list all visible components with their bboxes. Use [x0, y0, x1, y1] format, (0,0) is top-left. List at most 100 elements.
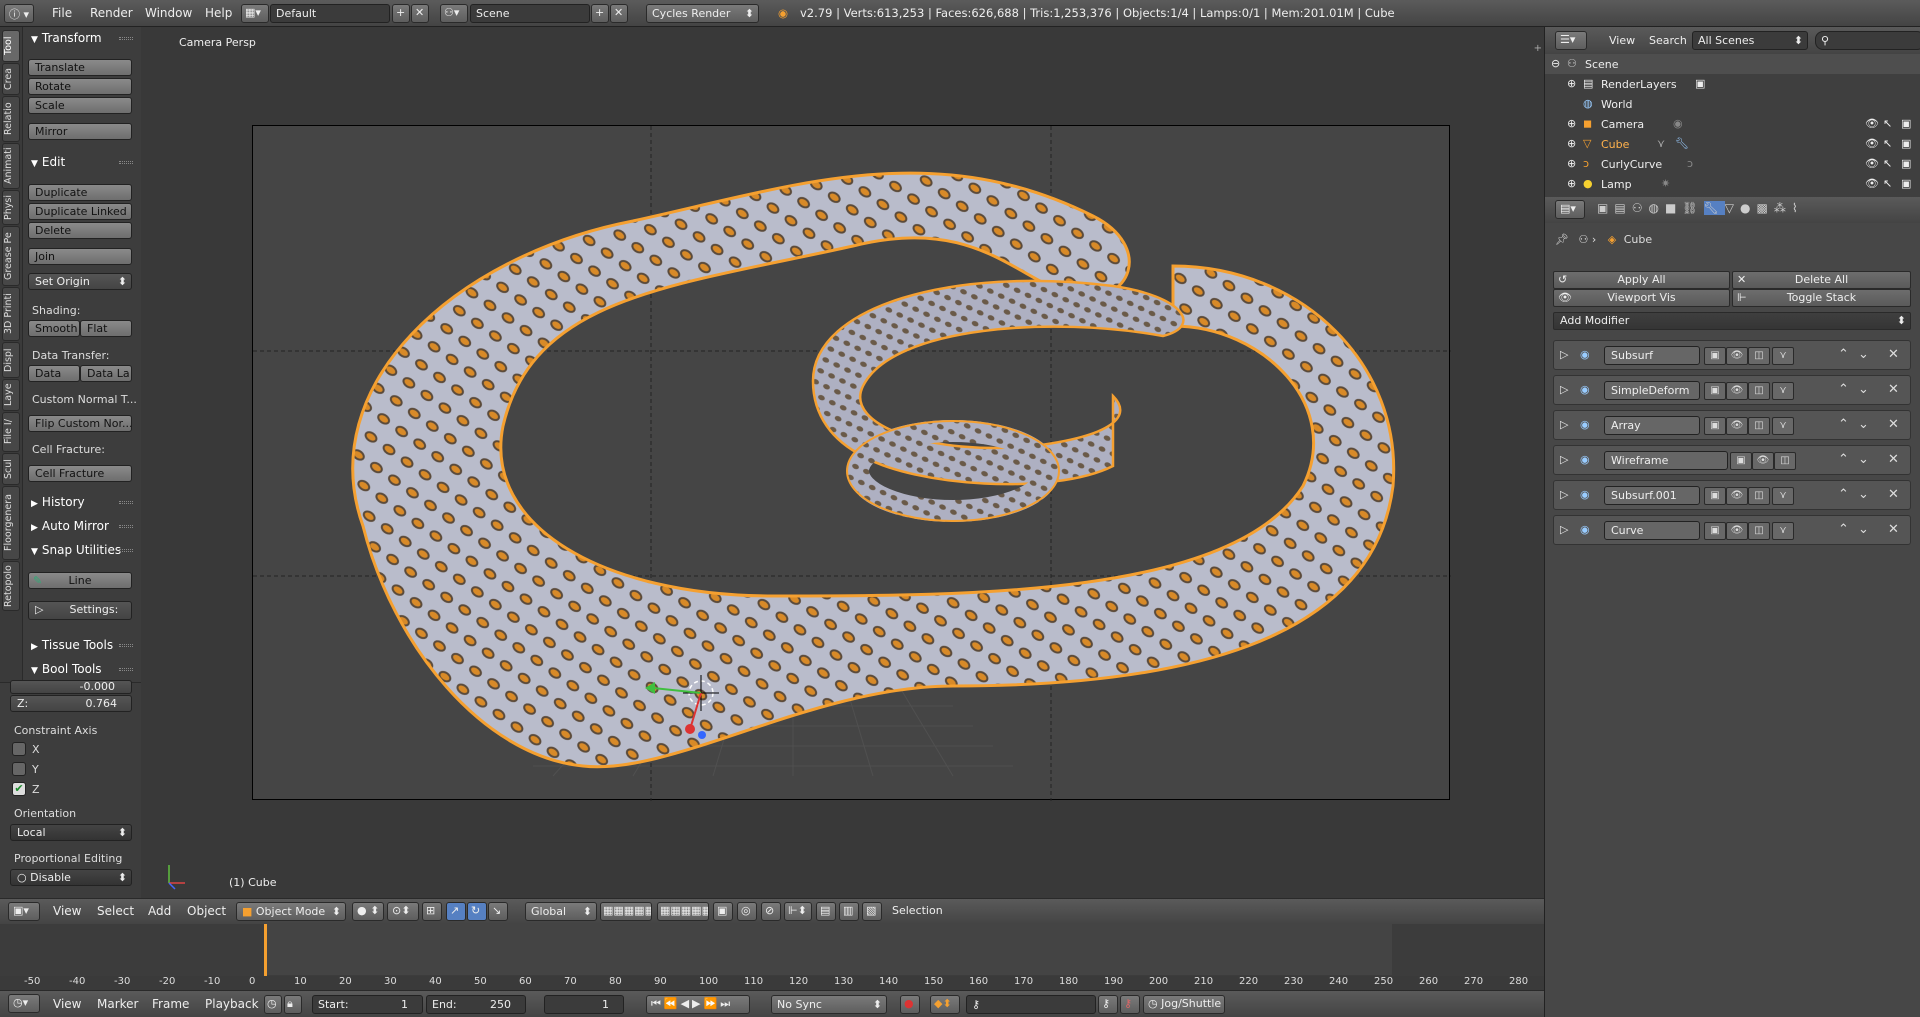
mirror-button[interactable]: Mirror [28, 123, 132, 140]
render-engine-select[interactable]: Cycles Render ⬍ [646, 4, 759, 23]
edit-panel-header[interactable]: ▼ Edit [27, 153, 139, 172]
menu-select[interactable]: Select [97, 904, 134, 918]
snap-settings-toggle[interactable]: ▷ Settings: [28, 601, 132, 620]
pin-icon[interactable]: 📌︎ [1555, 233, 1569, 246]
scale-manipulator[interactable]: ↘ [488, 902, 508, 921]
expand-icon[interactable]: ⊕ [1567, 177, 1576, 190]
frame-ruler[interactable]: -50 -40 -30 -20 -10 0 10 20 30 40 50 60 70 80 90 100 110… [0, 976, 1544, 990]
screen-layout-field[interactable]: Default [270, 4, 390, 23]
render-toggle-icon[interactable]: ▣ [1730, 452, 1752, 470]
current-frame-indicator[interactable] [264, 924, 267, 976]
translate-button[interactable]: Translate [28, 59, 132, 76]
viewport-toggle-icon[interactable]: 👁︎ [1752, 452, 1774, 470]
physics-tab-icon[interactable]: ⌇ [1792, 201, 1804, 215]
viewport-toggle-icon[interactable]: 👁︎ [1726, 487, 1748, 505]
viewport-toggle-icon[interactable]: 👁︎ [1726, 347, 1748, 365]
modifier-name-field[interactable]: Curve [1604, 521, 1700, 540]
move-up-icon[interactable]: ⌃ [1838, 487, 1849, 502]
render-camera-icon[interactable]: ▣ [1901, 177, 1911, 190]
insert-keyframe-button[interactable]: ⚷ [1098, 995, 1118, 1014]
jog-shuttle-button[interactable]: ◷ Jog/Shuttle [1143, 995, 1225, 1014]
viewport-toggle-icon[interactable]: 👁︎ [1726, 417, 1748, 435]
move-down-icon[interactable]: ⌄ [1858, 452, 1869, 467]
visibility-eye-icon[interactable]: 👁︎ [1865, 137, 1879, 150]
move-up-icon[interactable]: ⌃ [1838, 452, 1849, 467]
keying-set-select[interactable]: ◆⬍ [930, 995, 960, 1014]
snap-utilities-panel-header[interactable]: ▼ Snap Utilities [27, 541, 139, 560]
outliner-row-renderlayers[interactable]: ⊕ ▤ RenderLayers ▣ [1545, 74, 1920, 94]
tab-display[interactable]: Displ [2, 342, 20, 378]
editmode-toggle-icon[interactable]: ◫ [1748, 487, 1770, 505]
viewport-vis-button[interactable]: 👁︎ Viewport Vis [1553, 289, 1730, 307]
tab-sculpt[interactable]: Scul [2, 453, 20, 485]
modifier-name-field[interactable]: Subsurf [1604, 346, 1700, 365]
opengl-anim-button-2[interactable]: ▧ [862, 902, 882, 921]
x-axis-checkbox[interactable] [12, 742, 26, 756]
drag-grip-icon[interactable] [119, 37, 133, 40]
viewport-toggle-icon[interactable]: 👁︎ [1726, 382, 1748, 400]
rotate-button[interactable]: Rotate [28, 78, 132, 95]
tab-layers[interactable]: Laye [2, 379, 20, 411]
constraints-tab-icon[interactable]: ⛓ [1682, 201, 1703, 215]
expand-arrow-icon[interactable]: ▷ [1560, 523, 1568, 536]
modifier-panel[interactable]: ▷ ◉ Subsurf.001 ▣ 👁︎ ◫ ⋎ ⌃ ⌄ ✕ [1553, 480, 1911, 510]
add-modifier-select[interactable]: Add Modifier ⬍ [1553, 312, 1911, 330]
menu-file[interactable]: File [52, 6, 72, 20]
visibility-eye-icon[interactable]: 👁︎ [1865, 117, 1879, 130]
delete-all-button[interactable]: ✕ Delete All [1732, 271, 1911, 289]
playback-controls[interactable]: ⏮⏪◀▶⏩⏭ [646, 995, 750, 1014]
flip-custom-normals-button[interactable]: Flip Custom Nor... [28, 415, 132, 432]
tab-file-io[interactable]: File I/ [2, 412, 20, 452]
expand-arrow-icon[interactable]: ▷ [1560, 383, 1568, 396]
modifier-name-field[interactable]: Wireframe [1604, 451, 1728, 470]
snap-element-select[interactable]: ⊩⬍ [784, 902, 812, 921]
outliner-row-curlycurve[interactable]: ⊕ ↄ CurlyCurve ↄ 👁︎ ↖ ▣ [1545, 154, 1920, 174]
render-toggle-icon[interactable]: ▣ [1704, 382, 1726, 400]
expand-arrow-icon[interactable]: ▷ [1560, 488, 1568, 501]
scale-button[interactable]: Scale [28, 97, 132, 114]
editor-type-button[interactable]: ▣▾ [8, 902, 40, 921]
viewport-shading-select[interactable]: ● ⬍ [352, 902, 384, 921]
expand-icon[interactable]: ⊕ [1567, 117, 1576, 130]
end-frame-field[interactable]: End: 250 [426, 995, 526, 1014]
select-arrow-icon[interactable]: ↖ [1883, 137, 1892, 150]
render-camera-icon[interactable]: ▣ [1901, 157, 1911, 170]
outliner-row-camera[interactable]: ⊕ ◼ Camera ◉ 👁︎ ↖ ▣ [1545, 114, 1920, 134]
tissue-tools-panel-header[interactable]: ▶ Tissue Tools [27, 636, 139, 655]
menu-add[interactable]: Add [148, 904, 171, 918]
cage-toggle-icon[interactable]: ⋎ [1772, 347, 1794, 365]
modifiers-tab-icon[interactable]: 🔧︎ [1703, 201, 1725, 215]
scene-field[interactable]: Scene [470, 4, 590, 23]
rotate-manipulator[interactable]: ↻ [467, 902, 487, 921]
active-keying-set-field[interactable]: ⚷ [966, 995, 1096, 1014]
drag-grip-icon[interactable] [119, 525, 133, 528]
modifier-name-field[interactable]: Array [1604, 416, 1700, 435]
snap-line-button[interactable]: ✎ Line [28, 572, 132, 589]
render-tab-icon[interactable]: ▣ [1597, 201, 1614, 215]
modifier-name-field[interactable]: SimpleDeform [1604, 381, 1700, 400]
drag-grip-icon[interactable] [119, 161, 133, 164]
outliner-row-cube[interactable]: ⊕ ▽ Cube ⋎ 🔧︎ 👁︎ ↖ ▣ [1545, 134, 1920, 154]
cell-fracture-button[interactable]: Cell Fracture [28, 465, 132, 482]
scene-icon[interactable]: ⚇▾ [440, 4, 468, 23]
outliner-row-world[interactable]: ◍ World [1545, 94, 1920, 114]
drag-grip-icon[interactable] [119, 501, 133, 504]
apply-all-button[interactable]: ↺ Apply All [1553, 271, 1730, 289]
close-icon[interactable]: ✕ [1888, 382, 1899, 397]
expand-icon[interactable]: ⊕ [1567, 77, 1576, 90]
tab-tool[interactable]: Tool [2, 30, 20, 62]
render-toggle-icon[interactable]: ▣ [1704, 417, 1726, 435]
remove-layout-button[interactable]: ✕ [411, 4, 429, 23]
move-up-icon[interactable]: ⌃ [1838, 382, 1849, 397]
menu-view[interactable]: View [1609, 34, 1635, 47]
layers-grid-1[interactable]: ▦▦▦▦▦ [600, 902, 652, 921]
lock-range-toggle[interactable]: 🔒︎ [284, 995, 302, 1014]
timeline-area[interactable]: -50 -40 -30 -20 -10 0 10 20 30 40 50 60 70 80 90 100 110… [0, 924, 1544, 990]
close-icon[interactable]: ✕ [1888, 487, 1899, 502]
tab-retopology[interactable]: Retopolo [2, 561, 20, 611]
move-down-icon[interactable]: ⌄ [1858, 347, 1869, 362]
lock-layers-button[interactable]: ▣ [713, 902, 733, 921]
render-toggle-icon[interactable]: ▣ [1704, 522, 1726, 540]
menu-marker[interactable]: Marker [97, 997, 138, 1011]
editor-type-button[interactable]: ☰▾ [1555, 31, 1587, 50]
